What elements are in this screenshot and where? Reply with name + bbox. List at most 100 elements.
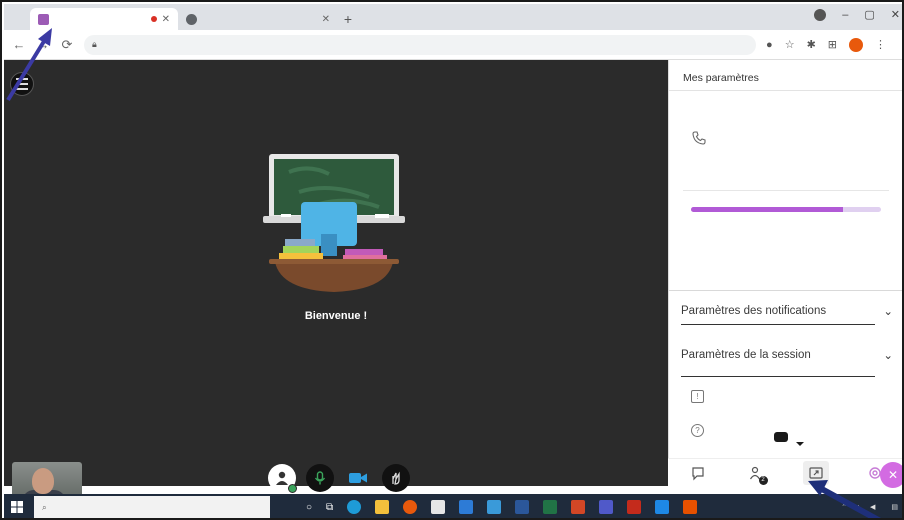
network-icon[interactable]: ▲ [855, 504, 862, 511]
search-icon: ⌕ [42, 501, 47, 512]
participants-tool-button[interactable]: 2 [744, 461, 770, 485]
chalk-piece [281, 214, 291, 217]
panel-toolbar: 2 [668, 458, 902, 486]
book-green [283, 246, 319, 253]
raise-hand-button[interactable] [382, 464, 410, 492]
speaker-volume-fill [691, 207, 843, 212]
my-status-button[interactable] [268, 464, 297, 493]
accordion-underline [681, 324, 875, 325]
screenshot-frame: ✕ ✕ + – ▢ ✕ ← → ⟳ 🔒︎ ● ☆ ✱ ⊞ ⋮ Bienvenue… [0, 0, 904, 520]
maximize-icon[interactable]: ▢ [864, 8, 874, 21]
back-arrow-icon[interactable]: ← [12, 37, 26, 52]
phone-audio-option[interactable] [691, 130, 891, 146]
report-icon: ! [691, 390, 704, 403]
book-gray [285, 239, 315, 246]
new-tab-button[interactable]: + [338, 8, 358, 30]
recording-indicator-icon [150, 16, 157, 22]
browser-tab-inactive[interactable]: ✕ [178, 8, 338, 30]
online-status-icon [288, 484, 297, 493]
cortana-icon[interactable]: ○ [306, 502, 312, 513]
task-view-icon[interactable]: ⧉ [326, 502, 333, 513]
chevron-down-icon: ⌄ [883, 306, 893, 318]
chat-bubble-icon [691, 466, 704, 480]
panel-title: Mes paramètres [683, 72, 759, 84]
share-content-tool-button[interactable] [802, 460, 829, 485]
help-icon: ? [691, 424, 704, 437]
extension-icon[interactable]: ✱ [807, 38, 816, 51]
window-controls: – ▢ ✕ [814, 8, 900, 21]
chat-tool-button[interactable] [685, 461, 711, 485]
speaker-volume-row [683, 207, 889, 212]
profile-icon[interactable] [814, 8, 827, 21]
teams-icon[interactable] [599, 500, 614, 514]
globe-favicon-icon [186, 13, 197, 25]
profile-avatar-icon[interactable] [849, 37, 863, 52]
welcome-title: Bienvenue ! [304, 310, 368, 322]
store-icon[interactable] [431, 500, 446, 514]
close-window-icon[interactable]: ✕ [891, 8, 900, 21]
session-settings-toggle[interactable]: Paramètres de la session ⌄ [681, 348, 893, 362]
notifications-icon[interactable]: ▤ [891, 503, 898, 511]
minimize-icon[interactable]: – [842, 9, 848, 21]
report-problem-link[interactable]: ! [691, 390, 712, 403]
star-icon[interactable]: ☆ [785, 38, 795, 51]
browser-tab-active[interactable]: ✕ [30, 8, 178, 30]
volume-icon[interactable]: ◀ [870, 503, 875, 511]
settings-panel: Mes paramètres Paramètres des notificati… [668, 60, 902, 486]
forward-arrow-icon[interactable]: → [36, 37, 50, 52]
participants-count-badge: 2 [758, 475, 768, 485]
chrome-icon[interactable] [403, 500, 418, 514]
excel-icon[interactable] [543, 500, 558, 514]
notifications-settings-label: Paramètres des notifications [681, 305, 827, 317]
tray-chevron-icon[interactable]: ⌃ [841, 503, 847, 511]
more-menu-icon[interactable]: ⋮ [875, 38, 886, 51]
windows-start-button[interactable] [4, 494, 30, 518]
key-icon[interactable]: ● [766, 39, 773, 51]
windows-taskbar: ⌕ ○ ⧉ ⌃ ▲ ◀ ▤ [4, 494, 902, 518]
url-input[interactable]: 🔒︎ [84, 34, 757, 55]
browser-address-bar: ← → ⟳ 🔒︎ ● ☆ ✱ ⊞ ⋮ [4, 30, 902, 60]
session-stage: Bienvenue ! [4, 60, 668, 506]
chat-support-link[interactable]: ? [691, 424, 712, 437]
app-blue-icon[interactable] [655, 500, 670, 514]
close-tab-icon[interactable]: ✕ [322, 14, 330, 25]
raise-hand-icon [392, 471, 400, 485]
mail-icon[interactable] [459, 500, 474, 514]
windows-logo-icon [11, 501, 23, 513]
word-icon[interactable] [515, 500, 530, 514]
close-icon: ✕ [887, 468, 899, 482]
app-orange-icon[interactable] [683, 500, 698, 514]
panel-header-divider [669, 90, 902, 91]
close-panel-button[interactable]: ✕ [880, 462, 902, 488]
desk-leg [321, 234, 337, 256]
reload-icon[interactable]: ⟳ [60, 37, 74, 53]
taskbar-search-input[interactable]: ⌕ [34, 496, 270, 518]
camera-icon [349, 473, 367, 483]
app-red-icon[interactable] [627, 500, 642, 514]
eraser [375, 214, 389, 218]
session-menu-button[interactable] [10, 72, 34, 96]
browser-tab-strip: ✕ ✕ + – ▢ ✕ [4, 4, 902, 30]
microphone-icon [314, 471, 326, 485]
microphone-button[interactable] [306, 464, 334, 492]
book-purple [345, 249, 383, 255]
close-tab-icon[interactable]: ✕ [162, 14, 170, 25]
wooden-base [275, 262, 393, 292]
session-settings-label: Paramètres de la session [681, 349, 811, 361]
camera-button[interactable] [344, 464, 372, 492]
taskbar-apps: ○ ⧉ [306, 500, 698, 514]
puzzle-icon[interactable]: ⊞ [828, 38, 837, 51]
speaker-volume-block [683, 190, 889, 212]
file-explorer-icon[interactable] [375, 500, 390, 514]
notifications-settings-toggle[interactable]: Paramètres des notifications ⌄ [681, 304, 893, 318]
speaker-volume-slider[interactable] [691, 207, 881, 212]
book-yellow [279, 253, 323, 259]
powerpoint-icon[interactable] [571, 500, 586, 514]
system-tray: ⌃ ▲ ◀ ▤ [841, 503, 902, 512]
wooden-shelf [269, 259, 399, 264]
app-icon[interactable] [487, 500, 502, 514]
share-content-tooltip [774, 432, 804, 446]
edge-icon[interactable] [347, 500, 362, 514]
classroom-illustration [263, 154, 405, 292]
collaborate-favicon-icon [38, 13, 49, 25]
